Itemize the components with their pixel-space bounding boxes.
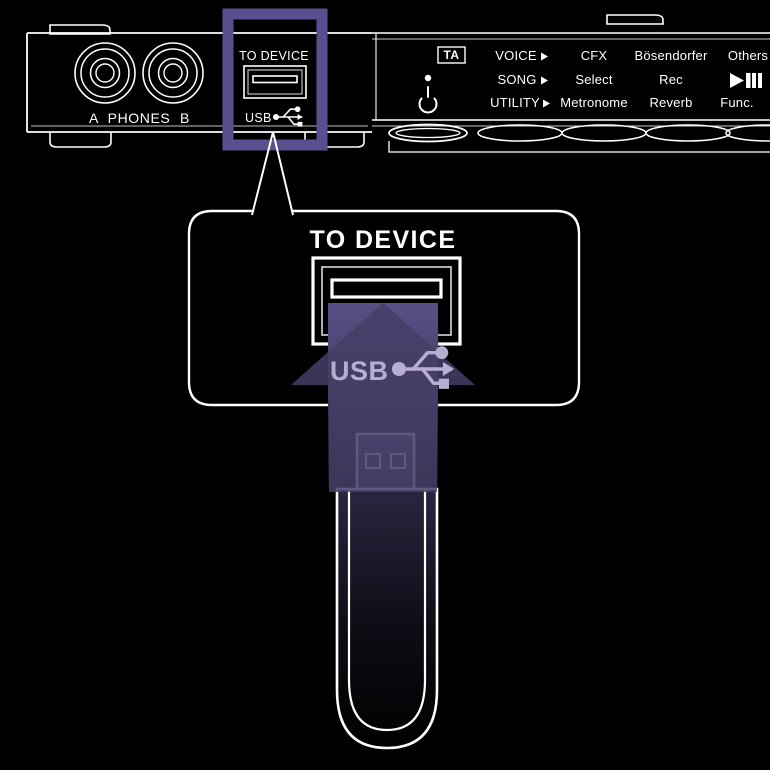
- up-arrow-icon: [291, 303, 475, 492]
- insertion-arrow-layer: USB: [291, 303, 475, 492]
- figure-root: A PHONES B TO DEVICE USB TA VOICE CFX Bö…: [0, 0, 770, 770]
- arrow-usb-label: USB: [330, 356, 389, 386]
